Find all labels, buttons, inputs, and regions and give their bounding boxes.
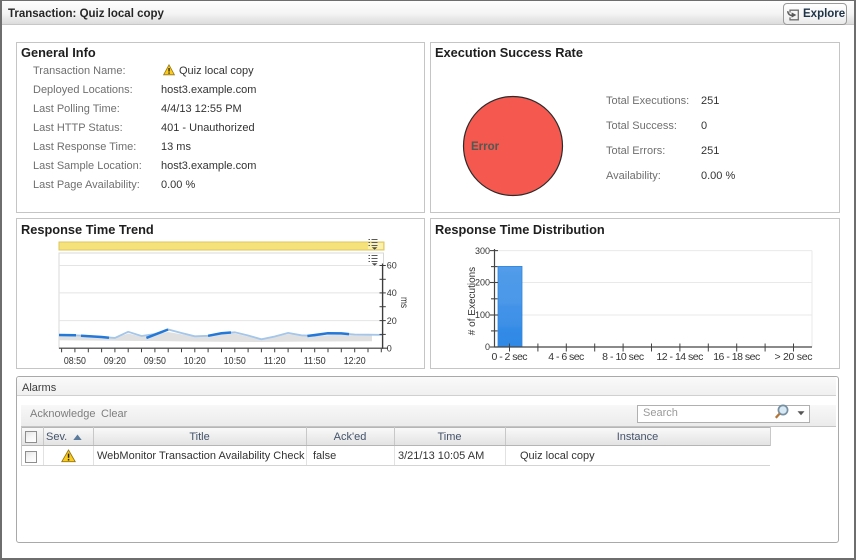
- svg-text:16 - 18 sec: 16 - 18 sec: [713, 351, 760, 363]
- svg-text:12:20: 12:20: [344, 356, 366, 366]
- svg-text:08:50: 08:50: [64, 356, 86, 366]
- svg-text:ms: ms: [398, 297, 409, 308]
- svg-text:40: 40: [387, 288, 397, 298]
- svg-text:09:50: 09:50: [144, 356, 166, 366]
- svg-text:Error: Error: [471, 141, 500, 153]
- svg-text:# of Executions: # of Executions: [467, 267, 478, 335]
- svg-text:0 - 2 sec: 0 - 2 sec: [492, 351, 528, 363]
- svg-text:11:50: 11:50: [304, 356, 326, 366]
- svg-text:09:20: 09:20: [104, 356, 126, 366]
- svg-text:8 - 10 sec: 8 - 10 sec: [602, 351, 644, 363]
- svg-text:20: 20: [387, 316, 397, 326]
- svg-text:0: 0: [387, 343, 392, 353]
- svg-text:0: 0: [485, 342, 490, 352]
- svg-text:10:50: 10:50: [224, 356, 246, 366]
- svg-text:60: 60: [387, 261, 397, 271]
- svg-text:12 - 14 sec: 12 - 14 sec: [656, 351, 703, 363]
- svg-text:11:20: 11:20: [264, 356, 286, 366]
- svg-text:10:20: 10:20: [184, 356, 206, 366]
- svg-text:4 - 6 sec: 4 - 6 sec: [548, 351, 584, 363]
- svg-text:> 20 sec: > 20 sec: [775, 351, 813, 363]
- svg-text:300: 300: [475, 246, 490, 256]
